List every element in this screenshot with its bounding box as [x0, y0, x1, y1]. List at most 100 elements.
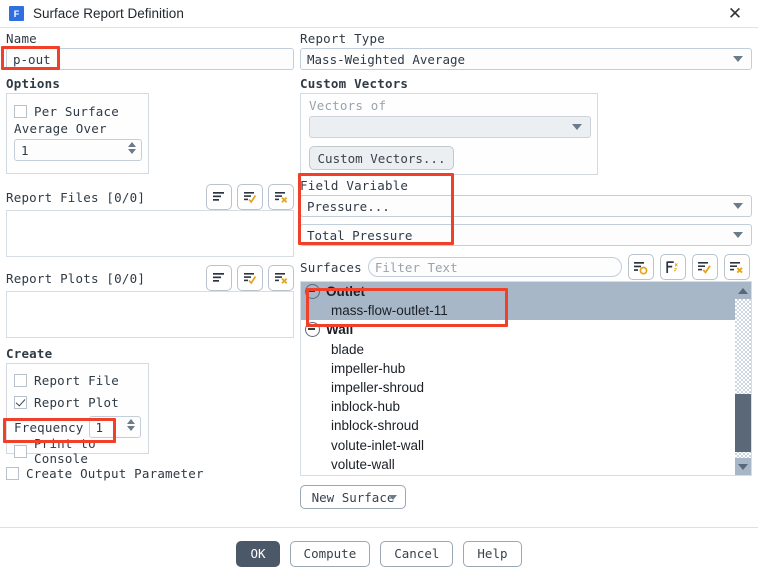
field-variable-label: Field Variable [300, 178, 409, 193]
report-file-checkbox[interactable] [14, 373, 27, 387]
report-plots-list[interactable] [6, 291, 294, 338]
cancel-button[interactable]: Cancel [380, 540, 454, 567]
select-shape-icon [634, 261, 648, 275]
tree-item-row[interactable]: inblock-shroud [301, 416, 735, 435]
surfaces-select-shape-icon[interactable] [627, 254, 654, 280]
compute-button[interactable]: Compute [289, 540, 371, 567]
tree-item-row[interactable]: blade [301, 340, 735, 359]
collapse-icon[interactable] [305, 284, 320, 300]
tree-item-row[interactable]: impeller-hub [301, 359, 735, 378]
report-plot-label: Report Plot [34, 394, 119, 410]
scroll-up-button[interactable] [735, 282, 751, 299]
vectors-of-select[interactable] [309, 116, 591, 138]
scrollbar-thumb[interactable] [735, 394, 751, 452]
custom-vectors-group: Vectors of Custom Vectors... [300, 93, 598, 175]
name-input[interactable]: p-out [6, 48, 294, 70]
list-check-icon [244, 192, 257, 204]
collapse-icon[interactable] [305, 322, 320, 338]
report-plots-header: Report Plots [0/0] [6, 265, 294, 291]
tree-item-label: inblock-hub [331, 399, 401, 415]
chevron-down-icon [733, 203, 743, 209]
report-files-list[interactable] [6, 210, 294, 257]
report-file-row[interactable]: Report File [14, 370, 141, 390]
frequency-row: Frequency 1 [14, 416, 141, 438]
report-type-select[interactable]: Mass-Weighted Average [300, 48, 752, 70]
print-to-console-checkbox[interactable] [14, 444, 27, 458]
window-title: Surface Report Definition [33, 6, 184, 21]
custom-vectors-label: Custom Vectors [300, 76, 409, 91]
per-surface-row[interactable]: Per Surface [14, 101, 141, 121]
report-plot-row[interactable]: Report Plot [14, 392, 141, 412]
average-over-label: Average Over [14, 121, 107, 136]
print-to-console-label: Print to Console [34, 436, 96, 466]
create-label: Create [6, 346, 53, 361]
report-plots-delete-icon[interactable] [268, 265, 294, 291]
stepper-up-icon[interactable] [127, 419, 135, 424]
surfaces-select-all-icon[interactable] [691, 254, 718, 280]
per-surface-label: Per Surface [34, 103, 119, 119]
create-group: Report File Report Plot Frequency 1 Prin [6, 363, 149, 466]
new-surface-label: New Surface [311, 489, 395, 505]
ok-button[interactable]: OK [236, 540, 280, 567]
tree-item-label: Wall [326, 322, 354, 338]
custom-vectors-button[interactable]: Custom Vectors... [309, 146, 454, 170]
filter-input[interactable]: Filter Text [367, 257, 622, 277]
stepper-arrows[interactable] [128, 142, 136, 154]
frequency-value: 1 [95, 419, 104, 435]
tree-item-label: impeller-shroud [331, 380, 425, 396]
scroll-down-button[interactable] [735, 458, 751, 475]
average-over-stepper[interactable]: 1 [14, 139, 142, 161]
left-panel: Name p-out Options Per Surface Average O… [6, 31, 294, 483]
create-output-parameter-checkbox[interactable] [6, 466, 19, 480]
list-new-icon [213, 273, 224, 282]
help-button[interactable]: Help [463, 540, 522, 567]
field-variable-category-select[interactable]: Pressure... [300, 195, 752, 217]
tree-group-row[interactable]: Outlet [301, 282, 735, 302]
tree-item-row[interactable]: volute-inlet-wall [301, 436, 735, 455]
print-to-console-row[interactable]: Print to Console [14, 436, 141, 466]
tree-item-row[interactable]: impeller-shroud [301, 378, 735, 397]
stepper-up-icon[interactable] [128, 142, 136, 147]
report-files-label: Report Files [0/0] [6, 189, 146, 205]
tree-item-row[interactable]: volute-wall [301, 455, 735, 474]
field-variable-select[interactable]: Total Pressure [300, 224, 752, 246]
tree-group-row[interactable]: Wall [301, 320, 735, 339]
title-bar: F Surface Report Definition ✕ [0, 0, 758, 28]
close-icon[interactable]: ✕ [712, 0, 758, 27]
app-icon: F [9, 6, 24, 21]
report-plots-new-icon[interactable] [206, 265, 232, 291]
surfaces-scrollbar[interactable] [735, 282, 751, 475]
tree-item-label: blade [331, 341, 365, 357]
tree-item-label: impeller-hub [331, 360, 406, 376]
field-variable-category-value: Pressure... [307, 198, 390, 214]
create-output-parameter-row[interactable]: Create Output Parameter [6, 463, 294, 483]
chevron-down-icon [738, 463, 748, 470]
per-surface-checkbox[interactable] [14, 104, 27, 118]
report-plots-edit-icon[interactable] [237, 265, 263, 291]
report-files-edit-icon[interactable] [237, 184, 263, 210]
surfaces-tree[interactable]: Outlet mass-flow-outlet-11 Wall blade impell… [301, 282, 735, 475]
surfaces-tree-container[interactable]: Outlet mass-flow-outlet-11 Wall blade impell… [300, 281, 752, 476]
report-files-new-icon[interactable] [206, 184, 232, 210]
surfaces-deselect-all-icon[interactable] [723, 254, 750, 280]
tree-item-row[interactable]: mass-flow-outlet-11 [301, 301, 735, 321]
tree-item-label: mass-flow-outlet-11 [331, 303, 448, 319]
stepper-down-icon[interactable] [128, 149, 136, 154]
report-plot-checkbox[interactable] [14, 395, 27, 409]
right-panel: Report Type Mass-Weighted Average Custom… [300, 31, 752, 509]
frequency-label: Frequency [14, 419, 84, 435]
tree-item-label: Outlet [326, 284, 365, 300]
new-surface-button[interactable]: New Surface [300, 485, 406, 509]
report-files-delete-icon[interactable] [268, 184, 294, 210]
chevron-down-icon [572, 124, 582, 130]
dialog-body: Name p-out Options Per Surface Average O… [0, 27, 758, 527]
frequency-stepper[interactable]: 1 [88, 416, 141, 438]
surfaces-select-filter-icon[interactable] [659, 254, 686, 280]
frequency-stepper-arrows[interactable] [127, 419, 135, 431]
select-filter-icon [666, 260, 679, 273]
report-plots-label: Report Plots [0/0] [6, 270, 146, 286]
tree-item-row[interactable]: inblock-hub [301, 397, 735, 416]
vectors-of-label: Vectors of [309, 98, 387, 113]
report-files-header: Report Files [0/0] [6, 184, 294, 210]
stepper-down-icon[interactable] [127, 426, 135, 431]
